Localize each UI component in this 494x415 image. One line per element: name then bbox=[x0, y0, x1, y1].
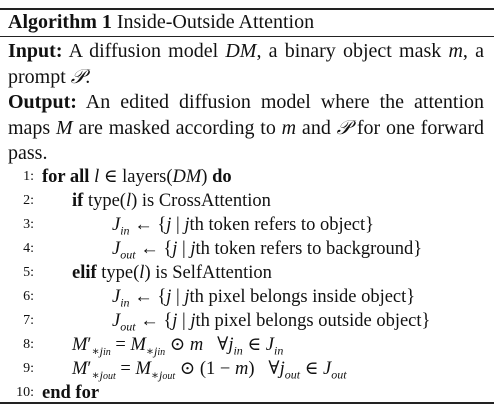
output-text-3: pass. bbox=[8, 142, 48, 164]
step-number: 3: bbox=[23, 217, 34, 232]
output-line-3: pass. bbox=[8, 141, 484, 167]
output-line-2: maps M are masked according to m and 𝒫 f… bbox=[8, 116, 484, 142]
step-code: elif type(l) is SelfAttention bbox=[72, 263, 272, 283]
step-number: 7: bbox=[23, 313, 34, 328]
step-code: Jin ← {j | jth token refers to object} bbox=[112, 215, 375, 238]
caption-rule bbox=[0, 36, 494, 38]
keyword-elif: elif bbox=[72, 263, 97, 283]
output-text-1: An edited diffusion model where the atte… bbox=[85, 91, 484, 113]
step-code: M′∗jin = M∗jin ⊙ m ∀jin ∈ Jin bbox=[72, 335, 284, 358]
algorithm-label: Algorithm 1 bbox=[8, 11, 112, 33]
output-label: Output: bbox=[8, 91, 77, 113]
algorithm-caption: Algorithm 1 Inside-Outside Attention bbox=[8, 10, 314, 34]
keyword-do: do bbox=[212, 167, 232, 187]
bottom-rule bbox=[0, 402, 494, 404]
algorithm-box: Algorithm 1 Inside-Outside Attention Inp… bbox=[0, 0, 494, 415]
keyword-end-for: end for bbox=[42, 383, 100, 403]
step-5: 5: elif type(l) is SelfAttention bbox=[0, 261, 494, 285]
keyword-for-all: for all bbox=[42, 167, 90, 187]
input-line-2: prompt 𝒫. bbox=[8, 65, 484, 91]
step-code: if type(l) is CrossAttention bbox=[72, 191, 271, 211]
step-8: 8: M′∗jin = M∗jin ⊙ m ∀jin ∈ Jin bbox=[0, 333, 494, 357]
step-2: 2: if type(l) is CrossAttention bbox=[0, 189, 494, 213]
step-number: 5: bbox=[23, 265, 34, 280]
output-text-2: maps M are masked according to m and 𝒫 f… bbox=[8, 116, 484, 139]
step-9: 9: M′∗jout = M∗jout ⊙ (1 − m) ∀jout ∈ Jo… bbox=[0, 357, 494, 381]
step-code: for all l ∈ layers(DM) do bbox=[42, 167, 232, 187]
step-number: 8: bbox=[23, 337, 34, 352]
output-line-1: Output: An edited diffusion model where … bbox=[8, 90, 484, 116]
step-code: Jin ← {j | jth pixel belongs inside obje… bbox=[112, 287, 416, 310]
step-code: Jout ← {j | jth pixel belongs outside ob… bbox=[112, 311, 431, 334]
keyword-if: if bbox=[72, 191, 84, 211]
step-7: 7: Jout ← {j | jth pixel belongs outside… bbox=[0, 309, 494, 333]
input-text-1: A diffusion model DM, a binary object ma… bbox=[68, 40, 484, 62]
step-1: 1: for all l ∈ layers(DM) do bbox=[0, 165, 494, 189]
step-4: 4: Jout ← {j | jth token refers to backg… bbox=[0, 237, 494, 261]
step-3: 3: Jin ← {j | jth token refers to object… bbox=[0, 213, 494, 237]
input-line-1: Input: A diffusion model DM, a binary ob… bbox=[8, 39, 484, 65]
step-6: 6: Jin ← {j | jth pixel belongs inside o… bbox=[0, 285, 494, 309]
input-text-2: prompt 𝒫. bbox=[8, 65, 91, 88]
input-label: Input: bbox=[8, 40, 63, 62]
step-code: M′∗jout = M∗jout ⊙ (1 − m) ∀jout ∈ Jout bbox=[72, 359, 347, 382]
step-number: 1: bbox=[23, 169, 34, 184]
step-number: 6: bbox=[23, 289, 34, 304]
input-output-block: Input: A diffusion model DM, a binary ob… bbox=[8, 39, 484, 167]
step-number: 4: bbox=[23, 241, 34, 256]
step-number: 9: bbox=[23, 361, 34, 376]
step-number: 2: bbox=[23, 193, 34, 208]
algorithm-title: Inside-Outside Attention bbox=[116, 11, 315, 33]
step-code: Jout ← {j | jth token refers to backgrou… bbox=[112, 239, 423, 262]
